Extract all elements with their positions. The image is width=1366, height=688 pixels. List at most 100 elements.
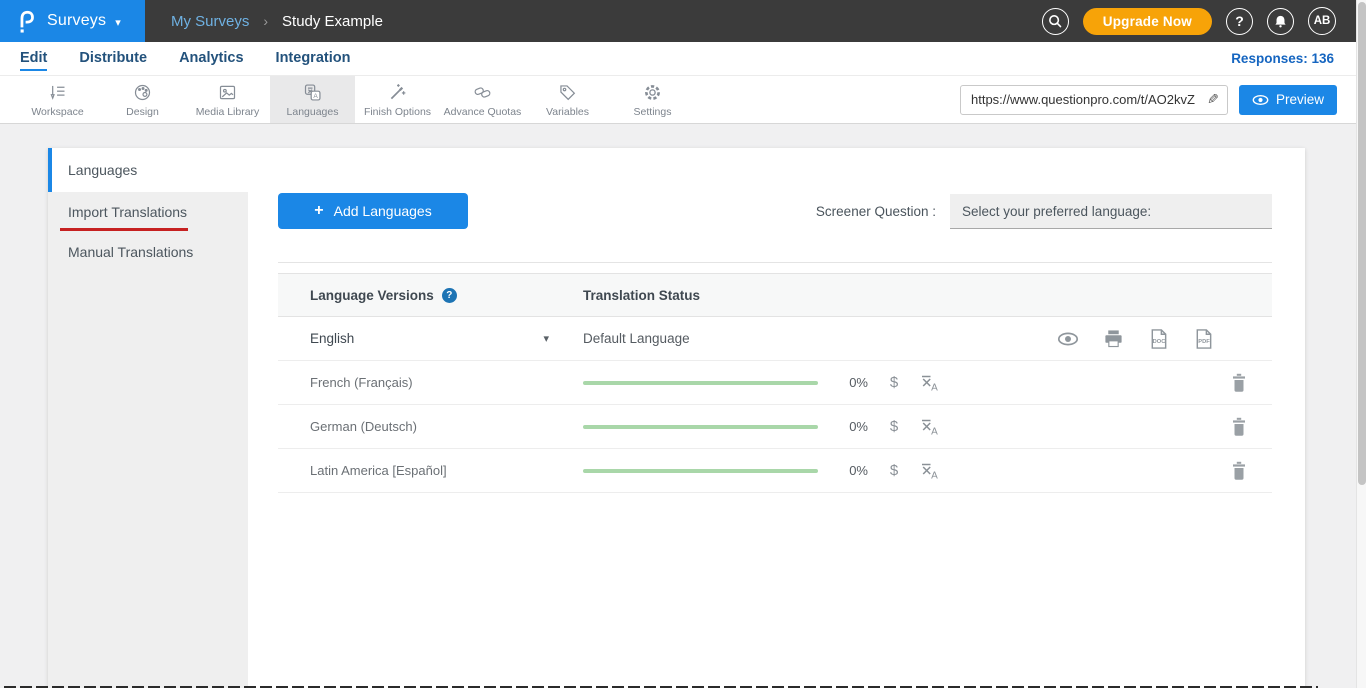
breadcrumb-separator-icon: › [263,13,268,29]
toolbar-item-label: Variables [546,106,589,118]
toolbar-item-finish-options[interactable]: Finish Options [355,76,440,123]
screener-question-label: Screener Question : [816,204,936,219]
sidebar-item-label: Import Translations [68,204,187,220]
questionpro-logo-icon [16,8,38,34]
toolbar-item-label: Workspace [31,106,83,118]
sidebar-item-languages[interactable]: Languages [48,148,248,192]
app-menu[interactable]: Surveys ▾ [0,0,145,42]
breadcrumb: My Surveys › Study Example [171,13,383,30]
paid-translation-icon[interactable]: $ [888,374,900,391]
search-button[interactable] [1042,8,1069,35]
language-name: French (Français) [278,375,583,390]
toolbar-item-advance-quotas[interactable]: Advance Quotas [440,76,525,123]
toolbar-item-label: Design [126,106,159,118]
table-row-language: German (Deutsch) 0% $ A [278,405,1272,449]
print-icon[interactable] [1103,329,1124,349]
view-eye-icon[interactable] [1057,331,1079,347]
paid-translation-icon[interactable]: $ [888,462,900,479]
chevron-down-icon[interactable]: ▾ [543,332,549,345]
screener-question-group: Screener Question : Select your preferre… [816,194,1272,229]
avatar[interactable]: AB [1308,7,1336,35]
language-versions-table: Language Versions ? Translation Status E… [278,273,1272,493]
workspace-icon [47,82,68,103]
sidebar-item-label: Languages [68,162,137,178]
toolbar-item-label: Media Library [196,106,260,118]
add-languages-label: Add Languages [334,203,432,219]
paid-translation-icon[interactable]: $ [888,418,900,435]
export-doc-icon[interactable]: DOC [1148,328,1169,350]
breadcrumb-my-surveys[interactable]: My Surveys [171,13,249,30]
default-language-cell[interactable]: English ▾ [278,331,583,346]
translate-icon[interactable]: A [920,418,940,436]
variables-icon [557,82,578,103]
survey-url-box[interactable]: https://www.questionpro.com/t/AO2kvZ ✎ [960,85,1228,115]
table-row-default-language: English ▾ Default Language [278,317,1272,361]
languages-sidebar: Languages Import Translations Manual Tra… [48,148,248,688]
toolbar-item-design[interactable]: Design [100,76,185,123]
toolbar-item-media-library[interactable]: Media Library [185,76,270,123]
delete-trash-icon[interactable] [1230,373,1248,393]
table-row-language: Latin America [Español] 0% $ A [278,449,1272,493]
preview-eye-icon [1252,94,1269,106]
toolbar-item-variables[interactable]: Variables [525,76,610,123]
survey-tabs: Edit Distribute Analytics Integration [20,46,350,72]
translation-progress-bar [583,381,818,385]
languages-panel: + Add Languages Screener Question : Sele… [248,148,1305,688]
preview-button[interactable]: Preview [1239,85,1337,115]
main-content: Languages Import Translations Manual Tra… [0,124,1366,688]
tab-edit[interactable]: Edit [20,46,47,72]
languages-card: Languages Import Translations Manual Tra… [48,148,1305,688]
chevron-down-icon: ▾ [115,16,121,29]
header-language-versions-label: Language Versions [310,288,434,303]
toolbar-item-label: Finish Options [364,106,431,118]
add-languages-button[interactable]: + Add Languages [278,193,468,229]
responses-count-link[interactable]: Responses: 136 [1231,51,1334,66]
section-divider [278,262,1272,263]
sidebar-item-label: Manual Translations [68,244,193,260]
table-header-row: Language Versions ? Translation Status [278,273,1272,317]
toolbar-item-workspace[interactable]: Workspace [15,76,100,123]
sidebar-item-import-translations[interactable]: Import Translations [48,192,248,232]
notifications-button[interactable] [1267,8,1294,35]
doc-label: DOC [1153,338,1166,344]
media-library-icon [217,82,238,103]
language-name: German (Deutsch) [278,419,583,434]
sidebar-item-manual-translations[interactable]: Manual Translations [48,232,248,272]
header-translation-status: Translation Status [583,288,700,303]
scrollbar-thumb[interactable] [1358,2,1366,485]
translation-progress-bar [583,425,818,429]
translate-icon-letter: A [931,470,938,480]
export-pdf-icon[interactable]: PDF [1193,328,1214,350]
page-scrollbar[interactable] [1356,0,1366,688]
help-button[interactable]: ? [1226,8,1253,35]
screener-question-select[interactable]: Select your preferred language: [950,194,1272,229]
delete-trash-icon[interactable] [1230,461,1248,481]
toolbar-item-label: Languages [287,106,339,118]
translate-icon[interactable]: A [920,462,940,480]
default-language-status: Default Language [583,331,690,346]
upgrade-now-button[interactable]: Upgrade Now [1083,8,1212,35]
translate-icon[interactable]: A [920,374,940,392]
finish-options-icon [387,82,408,103]
edit-url-pencil-icon[interactable]: ✎ [1199,86,1227,114]
translation-percent: 0% [834,419,868,434]
translate-icon-letter: A [931,382,938,392]
translation-progress-bar [583,469,818,473]
delete-trash-icon[interactable] [1230,417,1248,437]
preview-button-label: Preview [1276,92,1324,107]
languages-icon-letter: A [313,92,318,99]
survey-nav-bar: Edit Distribute Analytics Integration Re… [0,42,1366,76]
help-badge-icon[interactable]: ? [442,288,457,303]
tab-analytics[interactable]: Analytics [179,46,243,72]
survey-url-text[interactable]: https://www.questionpro.com/t/AO2kvZ [961,92,1199,107]
top-bar-main: My Surveys › Study Example Upgrade Now ? [145,0,1366,42]
tab-distribute[interactable]: Distribute [79,46,147,72]
toolbar-item-languages[interactable]: A Languages [270,76,355,123]
tab-integration[interactable]: Integration [276,46,351,72]
breadcrumb-current-survey: Study Example [282,13,383,30]
default-row-actions: DOC PDF [1057,328,1272,350]
translation-percent: 0% [834,463,868,478]
toolbar-item-settings[interactable]: Settings [610,76,695,123]
pdf-label: PDF [1198,338,1210,344]
translate-icon-letter: A [931,426,938,436]
